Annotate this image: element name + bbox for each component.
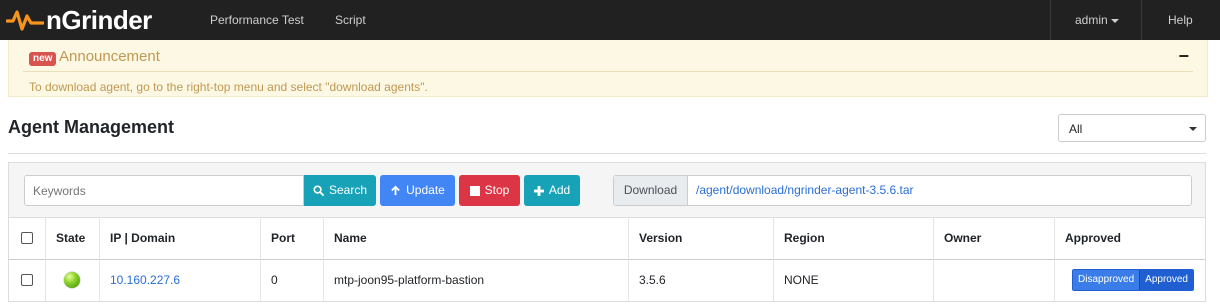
- column-header[interactable]: IP | Domain: [99, 217, 260, 259]
- approved-cell: Disapproved Approved: [1054, 259, 1205, 301]
- select-all-cell: [9, 217, 45, 259]
- column-header[interactable]: Version: [628, 217, 773, 259]
- nav-script[interactable]: Script: [335, 0, 366, 40]
- disapproved-option[interactable]: Disapproved: [1073, 270, 1140, 290]
- app-logo[interactable]: nGrinder: [6, 5, 152, 35]
- announcement-panel: new Announcement − To download agent, go…: [8, 40, 1208, 97]
- arrow-up-icon: [391, 185, 400, 196]
- search-button[interactable]: Search: [304, 175, 376, 206]
- column-header[interactable]: Region: [773, 217, 933, 259]
- select-all-checkbox[interactable]: [21, 232, 33, 244]
- agent-panel: Search Update Stop Add Download /agent/d…: [8, 162, 1206, 302]
- search-icon: [313, 185, 324, 196]
- collapse-icon[interactable]: −: [1178, 46, 1189, 67]
- announcement-title: Announcement: [59, 48, 160, 65]
- green-status-icon: [64, 272, 80, 288]
- new-badge: new: [29, 52, 57, 66]
- agent-toolbar: Search Update Stop Add Download /agent/d…: [9, 163, 1205, 218]
- ip-cell: 10.160.227.6: [99, 259, 260, 301]
- version-cell: 3.5.6: [628, 259, 773, 301]
- table-row: 10.160.227.6 0 mtp-joon95-platform-basti…: [9, 259, 1205, 301]
- column-header[interactable]: Approved: [1054, 217, 1205, 259]
- region-cell: NONE: [773, 259, 933, 301]
- pulse-logo-icon: [6, 10, 44, 31]
- table-header: State IP | Domain Port Name Version Regi…: [9, 217, 1205, 260]
- update-button[interactable]: Update: [380, 175, 455, 206]
- app-name: nGrinder: [46, 5, 152, 35]
- header-divider: [8, 153, 1206, 154]
- column-header[interactable]: Name: [323, 217, 628, 259]
- stop-square-icon: [469, 185, 480, 196]
- approved-option[interactable]: Approved: [1139, 270, 1193, 290]
- chevron-down-icon: [1110, 18, 1119, 23]
- search-label: Search: [328, 183, 368, 197]
- name-cell: mtp-joon95-platform-bastion: [323, 259, 628, 301]
- nav-separator: [1050, 0, 1051, 40]
- row-select-cell: [9, 259, 45, 301]
- user-name: admin: [1075, 13, 1108, 27]
- column-header[interactable]: Owner: [933, 217, 1054, 259]
- user-menu[interactable]: admin: [1075, 0, 1119, 40]
- port-cell: 0: [260, 259, 323, 301]
- stop-button[interactable]: Stop: [459, 175, 520, 206]
- download-group: Download /agent/download/ngrinder-agent-…: [613, 175, 1192, 206]
- nav-separator: [1141, 0, 1142, 40]
- column-header[interactable]: Port: [260, 217, 323, 259]
- region-select[interactable]: All: [1058, 114, 1206, 142]
- stop-label: Stop: [484, 183, 510, 197]
- download-label: Download: [614, 176, 688, 205]
- download-link[interactable]: /agent/download/ngrinder-agent-3.5.6.tar: [696, 176, 913, 205]
- add-button[interactable]: Add: [524, 175, 580, 206]
- keywords-input[interactable]: [24, 175, 304, 206]
- chevron-down-icon: [1189, 127, 1197, 131]
- page-title: Agent Management: [8, 117, 175, 137]
- state-cell: [45, 259, 99, 301]
- region-select-value: All: [1069, 122, 1083, 136]
- add-label: Add: [548, 183, 571, 197]
- top-navbar: nGrinder Performance Test Script admin H…: [0, 0, 1220, 40]
- plus-icon: [533, 185, 544, 196]
- nav-performance-test[interactable]: Performance Test: [210, 0, 304, 40]
- announcement-divider: [23, 71, 1193, 72]
- agent-ip-link[interactable]: 10.160.227.6: [110, 273, 180, 287]
- announcement-message: To download agent, go to the right-top m…: [29, 80, 428, 94]
- nav-help[interactable]: Help: [1168, 0, 1193, 40]
- approval-toggle: Disapproved Approved: [1072, 269, 1194, 291]
- update-label: Update: [406, 183, 445, 197]
- column-header[interactable]: State: [45, 217, 99, 259]
- owner-cell: [933, 259, 1054, 301]
- row-checkbox[interactable]: [21, 274, 33, 286]
